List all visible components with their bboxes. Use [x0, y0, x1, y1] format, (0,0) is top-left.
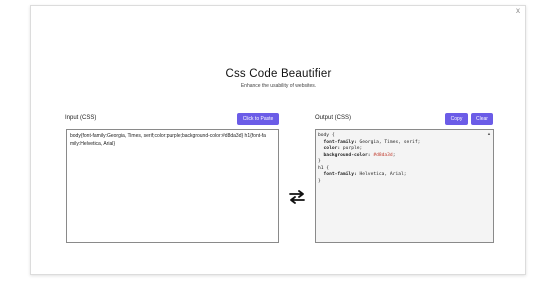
input-editor[interactable]: body{font-family:Georgia, Times, serif;c…: [66, 129, 279, 243]
css-property: font-family:: [318, 172, 357, 177]
css-property: font-family:: [318, 139, 357, 145]
input-css-text[interactable]: body{font-family:Georgia, Times, serif;c…: [70, 132, 270, 148]
output-label: Output (CSS): [315, 115, 352, 121]
copy-button[interactable]: Copy: [445, 113, 468, 125]
css-property: color:: [318, 146, 341, 151]
close-icon[interactable]: x: [516, 6, 520, 16]
css-value: Helvetica, Arial;: [356, 172, 407, 177]
output-editor[interactable]: ▲ body { font-family: Georgia, Times, se…: [315, 129, 494, 243]
scroll-up-arrow-icon[interactable]: ▲: [487, 131, 491, 136]
paste-button[interactable]: Click to Paste: [237, 113, 279, 125]
output-css-code[interactable]: body { font-family: Georgia, Times, seri…: [318, 133, 420, 185]
clear-button[interactable]: Clear: [471, 113, 493, 125]
page-subtitle: Enhance the usability of websites.: [240, 83, 317, 89]
css-hex-value: #d8da3d: [370, 152, 393, 158]
css-terminator: ;: [392, 152, 396, 158]
page-title: Css Code Beautifier: [225, 68, 332, 80]
css-property: background-color:: [318, 152, 371, 158]
swap-arrows-icon[interactable]: [288, 190, 306, 204]
output-code-line: }: [318, 178, 321, 184]
output-code-line: font-family: Helvetica, Arial;: [318, 172, 420, 179]
css-value: Georgia, Times, serif;: [356, 139, 421, 145]
css-value: purple;: [340, 146, 363, 151]
input-label: Input (CSS): [65, 115, 97, 121]
